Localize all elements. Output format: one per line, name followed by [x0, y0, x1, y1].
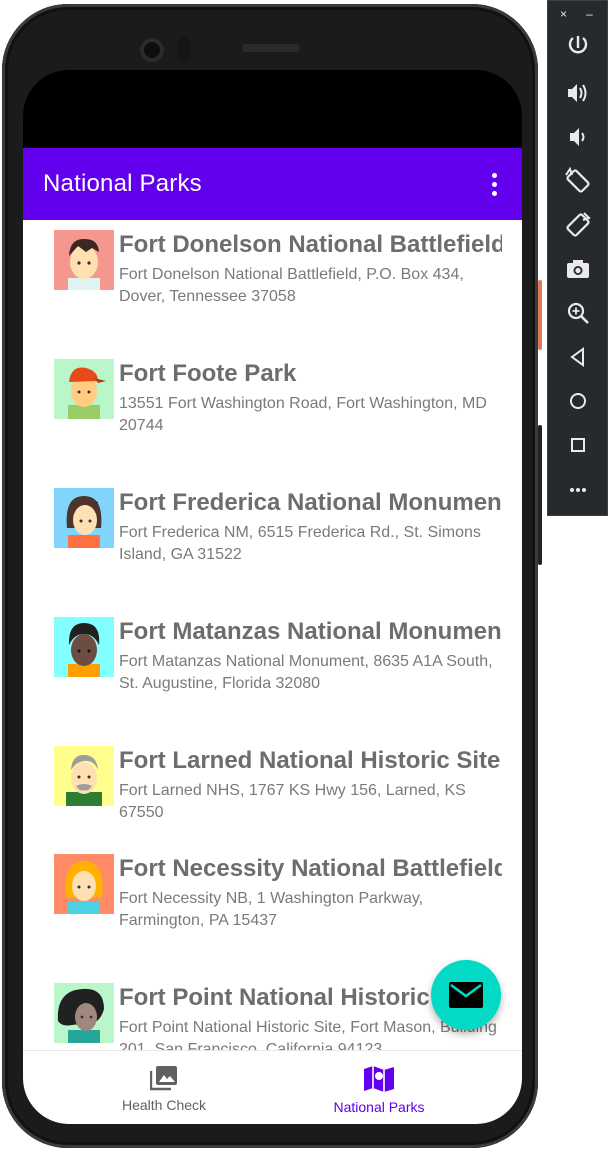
earpiece-speaker: [242, 44, 300, 52]
zoom-button[interactable]: [562, 297, 594, 329]
park-name: Fort Necessity National Battlefield: [119, 855, 502, 882]
volume-side-button: [538, 425, 542, 565]
bottom-navigation: Health Check National Parks: [23, 1050, 522, 1124]
proximity-sensor: [178, 36, 190, 62]
park-name: Fort Larned National Historic Site: [119, 747, 501, 774]
park-avatar-image: [54, 983, 114, 1043]
volume-up-icon: [568, 84, 587, 102]
park-avatar-image: [54, 854, 114, 914]
photo-library-icon: [150, 1066, 177, 1091]
park-address: Fort Donelson National Battlefield, P.O.…: [119, 266, 464, 305]
park-name: Fort Frederica National Monument: [119, 489, 502, 516]
camera-button[interactable]: [562, 253, 594, 285]
more-icon: [570, 488, 586, 492]
top-app-bar: National Parks: [23, 148, 522, 220]
front-camera: [140, 38, 164, 62]
back-button[interactable]: [562, 341, 594, 373]
email-fab[interactable]: [431, 960, 501, 1030]
emulator-window: National Parks Fort Donelson National Ba…: [0, 0, 608, 1152]
park-avatar-image: [54, 488, 114, 548]
overflow-menu-icon[interactable]: [484, 169, 504, 199]
park-address: Fort Necessity NB, 1 Washington Parkway,…: [119, 890, 424, 929]
nav-label-health-check: Health Check: [121, 1097, 207, 1113]
more-button[interactable]: [562, 473, 594, 505]
park-address: 13551 Fort Washington Road, Fort Washing…: [119, 395, 487, 434]
park-avatar-image: [54, 617, 114, 677]
nav-label-national-parks: National Parks: [333, 1099, 425, 1115]
park-list-item[interactable]: Fort Matanzas National Monument Fort Mata…: [23, 617, 522, 727]
park-list-item[interactable]: Fort Foote Park 13551 Fort Washington Roa…: [23, 359, 522, 469]
park-list-item[interactable]: Fort Frederica National Monument Fort Fre…: [23, 488, 522, 598]
park-list-item[interactable]: Fort Necessity National Battlefield Fort …: [23, 854, 522, 964]
nav-item-health-check[interactable]: Health Check: [39, 1051, 289, 1124]
park-list-container[interactable]: Fort Donelson National Battlefield Fort D…: [23, 220, 522, 1050]
close-window-button[interactable]: ×: [560, 7, 567, 21]
park-address: Fort Larned NHS, 1767 KS Hwy 156, Larned…: [119, 782, 466, 821]
park-list-item[interactable]: Fort Donelson National Battlefield Fort D…: [23, 230, 522, 340]
email-icon: [449, 982, 483, 1008]
park-avatar-image: [54, 230, 114, 290]
overview-icon: [571, 438, 585, 452]
overview-button[interactable]: [562, 429, 594, 461]
zoom-icon: [567, 302, 589, 324]
rotate-right-icon: [566, 212, 591, 237]
park-name: Fort Foote Park: [119, 360, 297, 387]
home-button[interactable]: [562, 385, 594, 417]
park-name: Fort Matanzas National Monument: [119, 618, 502, 645]
park-list-item[interactable]: Fort Larned National Historic Site Fort L…: [23, 746, 522, 856]
power-side-button: [538, 280, 542, 350]
park-address: Fort Matanzas National Monument, 8635 A1…: [119, 653, 493, 692]
map-icon: [364, 1066, 394, 1092]
rotate-left-icon: [565, 166, 590, 193]
home-icon: [570, 393, 586, 409]
rotate-left-button[interactable]: [562, 165, 594, 197]
park-address: Fort Frederica NM, 6515 Frederica Rd., S…: [119, 524, 481, 563]
rotate-right-button[interactable]: [562, 209, 594, 241]
park-avatar-image: [54, 746, 114, 806]
emulator-toolbar: × –: [547, 0, 608, 516]
power-button[interactable]: [562, 33, 594, 65]
power-icon: [568, 36, 588, 54]
volume-down-icon: [570, 128, 585, 146]
park-name: Fort Donelson National Battlefield: [119, 231, 502, 258]
park-avatar-image: [54, 359, 114, 419]
minimize-window-button[interactable]: –: [586, 7, 593, 21]
volume-up-button[interactable]: [562, 77, 594, 109]
nav-item-national-parks[interactable]: National Parks: [254, 1051, 504, 1124]
phone-frame: National Parks Fort Donelson National Ba…: [2, 4, 538, 1148]
device-screen: National Parks Fort Donelson National Ba…: [23, 70, 522, 1124]
volume-down-button[interactable]: [562, 121, 594, 153]
app-title: National Parks: [43, 170, 202, 197]
camera-icon: [567, 260, 589, 278]
back-icon: [570, 347, 584, 367]
